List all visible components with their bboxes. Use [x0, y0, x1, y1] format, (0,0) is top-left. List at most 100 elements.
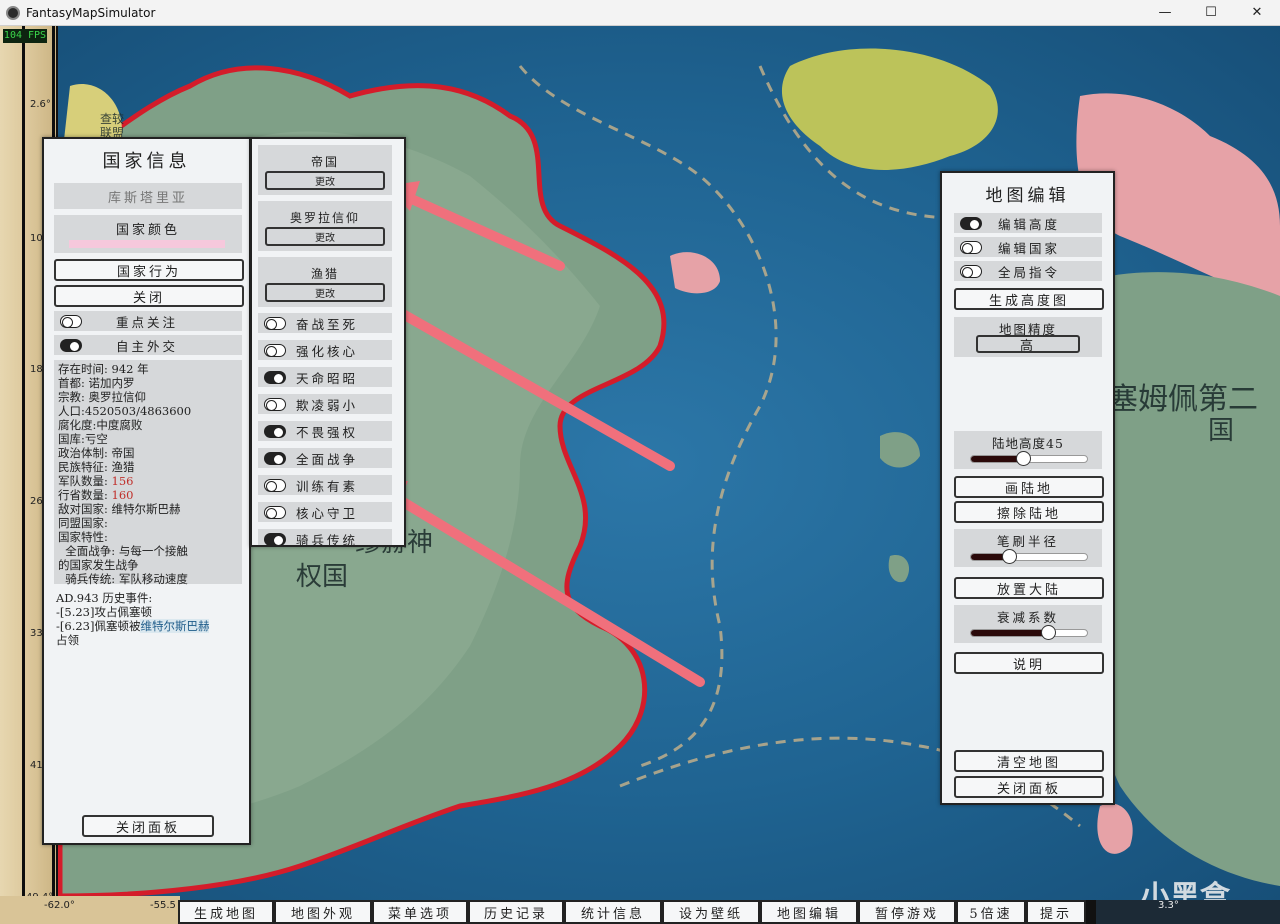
history-country-link[interactable]: 维特尔斯巴赫: [140, 619, 210, 633]
bottom-menu-button[interactable]: 提示: [1026, 900, 1086, 924]
map-edit-panel: 地图编辑 编辑高度编辑国家全局指令 生成高度图 地图精度 高 陆地高度45 画陆…: [940, 171, 1115, 805]
toggle-switch-icon: [60, 314, 82, 328]
window-titlebar: FantasyMapSimulator — ☐ ✕: [0, 0, 1280, 26]
small-island-2: [888, 555, 910, 583]
country-name-field[interactable]: 库斯塔里亚: [54, 183, 242, 209]
trait-toggle[interactable]: 天命昭昭: [258, 367, 392, 387]
bottom-menu-button[interactable]: 设为壁纸: [662, 900, 760, 924]
army-count-value: 156: [111, 474, 134, 488]
trait-toggle[interactable]: 训练有素: [258, 475, 392, 495]
stat-line: 政治体制: 帝国: [58, 446, 135, 460]
toggle-switch-icon: [264, 397, 286, 411]
toggle-label: 天命昭昭: [296, 370, 359, 386]
brush-radius-slider[interactable]: [970, 549, 1088, 564]
slider-knob[interactable]: [1016, 451, 1032, 466]
trait-toggle[interactable]: 骑兵传统: [258, 529, 392, 545]
stat-line: 宗教: 奥罗拉信仰: [58, 390, 147, 404]
minimize-button[interactable]: —: [1142, 0, 1188, 26]
toggle-label: 训练有素: [296, 478, 359, 494]
help-button[interactable]: 说明: [954, 652, 1104, 674]
bottom-menu-button[interactable]: 历史记录: [468, 900, 564, 924]
toggle-label: 全面战争: [296, 451, 359, 467]
clear-map-button[interactable]: 清空地图: [954, 750, 1104, 772]
fps-counter: 104 FPS: [3, 29, 47, 43]
bottom-menu-button[interactable]: 地图编辑: [760, 900, 858, 924]
close-window-button[interactable]: ✕: [1234, 0, 1280, 26]
map-label-east-2: 国: [1208, 416, 1235, 446]
edit-mode-toggle[interactable]: 全局指令: [954, 261, 1102, 281]
edit-mode-toggle[interactable]: 编辑国家: [954, 237, 1102, 257]
edit-mode-toggle[interactable]: 编辑高度: [954, 213, 1102, 233]
history-item: -[6.23]佩塞顿被维特尔斯巴赫: [56, 619, 210, 633]
stat-line: 同盟国家:: [58, 516, 108, 530]
history-section: AD.943 历史事件: -[5.23]攻占佩塞顿 -[6.23]佩塞顿被维特尔…: [56, 591, 244, 647]
stat-line: 首都: 诺加内罗: [58, 376, 135, 390]
country-color-swatch: [69, 240, 225, 248]
toggle-label: 编辑高度: [998, 216, 1061, 232]
trait-toggle[interactable]: 全面战争: [258, 448, 392, 468]
trait-box-government: 帝国 更改: [258, 145, 392, 195]
bottom-menu-button[interactable]: 5倍速: [956, 900, 1026, 924]
stat-line: 国家特性:: [58, 530, 108, 544]
bottom-menu-button[interactable]: 生成地图: [178, 900, 274, 924]
toggle-label: 重点关注: [116, 314, 179, 330]
toggle-switch-icon: [264, 478, 286, 492]
stat-line: 的国家发生战争: [58, 558, 139, 572]
trait-name: 奥罗拉信仰: [289, 211, 360, 225]
toggle-switch-icon: [264, 532, 286, 545]
toggle-switch-icon: [960, 240, 982, 254]
watermark-text: 小黑盒: [1140, 880, 1230, 900]
close-panel-button[interactable]: 关闭面板: [954, 776, 1104, 798]
maximize-button[interactable]: ☐: [1188, 0, 1234, 26]
trait-toggle[interactable]: 核心守卫: [258, 502, 392, 522]
close-panel-button[interactable]: 关闭面板: [82, 815, 214, 837]
close-small-button[interactable]: 关闭: [54, 285, 244, 307]
erase-land-button[interactable]: 擦除陆地: [954, 501, 1104, 523]
country-action-button[interactable]: 国家行为: [54, 259, 244, 281]
country-stats-box: 存在时间: 942 年 首都: 诺加内罗 宗教: 奥罗拉信仰 人口:452050…: [54, 360, 242, 586]
brush-radius-label: 笔刷半径: [996, 534, 1059, 549]
trait-toggle[interactable]: 不畏强权: [258, 421, 392, 441]
decay-label: 衰减系数: [996, 610, 1059, 625]
slider-knob[interactable]: [1040, 625, 1056, 640]
bottom-menu-bar: 生成地图 地图外观 菜单选项 历史记录 统计信息 设为壁纸 地图编辑 暂停游戏 5倍速 提示: [178, 900, 1096, 924]
diplomacy-toggle[interactable]: 自主外交: [54, 335, 242, 355]
toggle-label: 奋战至死: [296, 316, 359, 332]
land-height-box: 陆地高度45: [954, 431, 1102, 469]
province-count-value: 160: [111, 488, 134, 502]
window-title: FantasyMapSimulator: [26, 5, 156, 20]
map-label-chajiao: 查较 联盟: [100, 112, 125, 140]
bottom-menu-button[interactable]: 菜单选项: [372, 900, 468, 924]
draw-land-button[interactable]: 画陆地: [954, 476, 1104, 498]
history-item: 占领: [56, 633, 79, 647]
panel-title: 地图编辑: [985, 186, 1070, 206]
slider-fill: [971, 630, 1048, 636]
slider-knob[interactable]: [1002, 549, 1018, 564]
trait-toggle[interactable]: 欺凌弱小: [258, 394, 392, 414]
change-button[interactable]: 更改: [265, 227, 385, 246]
country-color-box[interactable]: 国家颜色: [54, 215, 242, 253]
trait-name: 渔猎: [310, 267, 339, 281]
trait-toggle-list: 奋战至死强化核心天命昭昭欺凌弱小不畏强权全面战争训练有素核心守卫骑兵传统: [258, 313, 392, 545]
province-count-line: 行省数量: 160: [58, 488, 134, 502]
bottom-menu-button[interactable]: 地图外观: [274, 900, 372, 924]
toggle-label: 不畏强权: [296, 424, 359, 440]
place-continent-button[interactable]: 放置大陆: [954, 577, 1104, 599]
bottom-menu-button[interactable]: 暂停游戏: [858, 900, 956, 924]
precision-selector[interactable]: 高: [976, 335, 1080, 354]
trait-toggle[interactable]: 强化核心: [258, 340, 392, 360]
decay-slider[interactable]: [970, 625, 1088, 640]
change-button[interactable]: 更改: [265, 171, 385, 190]
brush-radius-box: 笔刷半径: [954, 529, 1102, 567]
land-height-slider[interactable]: [970, 451, 1088, 466]
map-label-empire-2: 权国: [296, 562, 349, 592]
toggle-switch-icon: [264, 370, 286, 384]
trait-toggle[interactable]: 奋战至死: [258, 313, 392, 333]
focus-toggle[interactable]: 重点关注: [54, 311, 242, 331]
precision-box: 地图精度 高: [954, 317, 1102, 357]
lon-tick: 3.3°: [1158, 900, 1179, 911]
toggle-switch-icon: [960, 216, 982, 230]
generate-heightmap-button[interactable]: 生成高度图: [954, 288, 1104, 310]
change-button[interactable]: 更改: [265, 283, 385, 302]
bottom-menu-button[interactable]: 统计信息: [564, 900, 662, 924]
